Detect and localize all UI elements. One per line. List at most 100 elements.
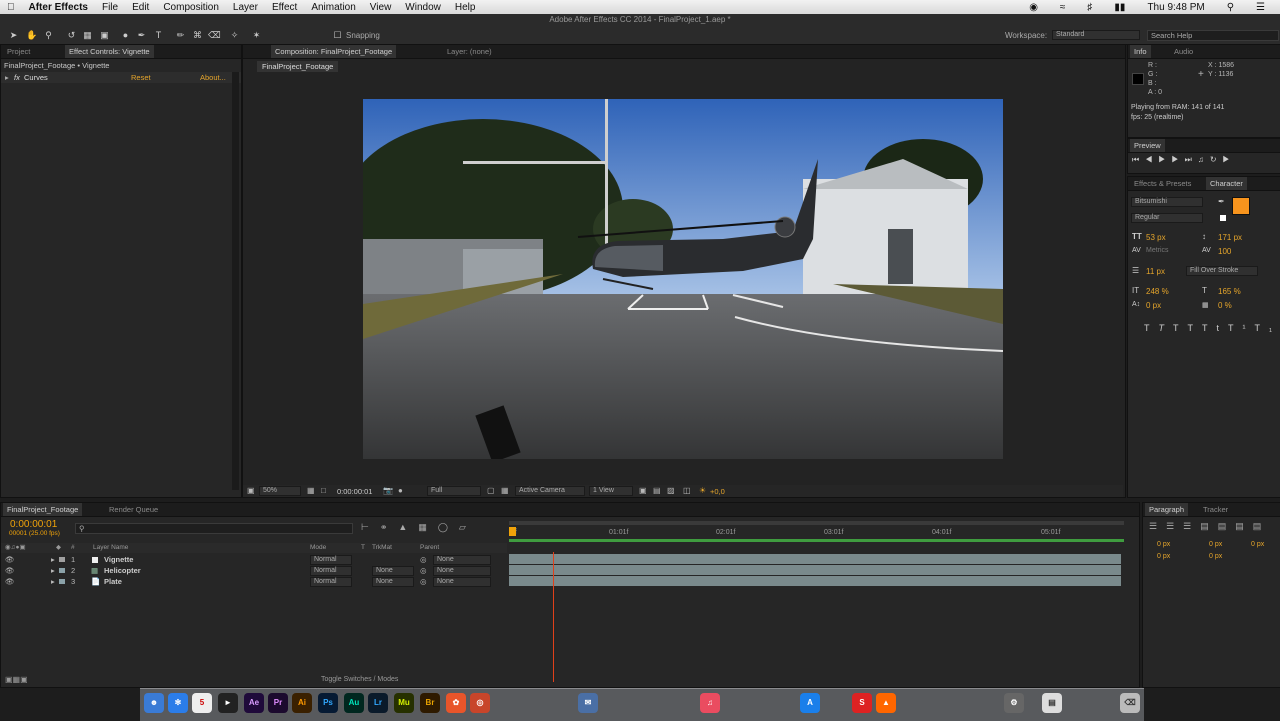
tab-composition[interactable]: Composition: FinalProject_Footage xyxy=(271,45,396,58)
layer-bar-helicopter[interactable] xyxy=(509,565,1121,575)
dock-app-ai[interactable]: Ai xyxy=(292,693,312,713)
tab-layer[interactable]: Layer: (none) xyxy=(443,45,496,58)
graph-editor-icon[interactable]: ▱ xyxy=(459,522,477,532)
tab-audio[interactable]: Audio xyxy=(1170,45,1197,58)
kerning-value[interactable]: Metrics xyxy=(1146,247,1169,254)
layer-parent-dropdown[interactable]: None xyxy=(433,577,491,587)
justify-right-icon[interactable]: ▤ xyxy=(1235,521,1253,531)
dock-app-br[interactable]: Br xyxy=(420,693,440,713)
tab-project[interactable]: Project xyxy=(3,45,34,58)
menu-animation[interactable]: Animation xyxy=(304,2,362,13)
faux-bold-icon[interactable]: T xyxy=(1144,323,1159,333)
itunes-icon[interactable]: ♫ xyxy=(700,693,720,713)
layer-bar-vignette[interactable] xyxy=(509,554,1121,564)
wifi-icon[interactable]: ≈ xyxy=(1053,2,1073,13)
font-size-value[interactable]: 53 px xyxy=(1146,233,1166,242)
prev-frame-icon[interactable]: ◀ xyxy=(1145,155,1158,164)
indent-right-value[interactable]: 0 px xyxy=(1209,541,1222,548)
space-after-value[interactable]: 0 px xyxy=(1209,553,1222,560)
small-caps-icon[interactable]: Tt xyxy=(1202,323,1228,333)
col-layer-name[interactable]: Layer Name xyxy=(93,543,128,553)
draft-3d-icon[interactable]: ⚭ xyxy=(380,522,399,532)
tab-effect-controls[interactable]: Effect Controls: Vignette xyxy=(65,45,154,58)
tab-render-queue[interactable]: Render Queue xyxy=(105,503,162,516)
align-center-icon[interactable]: ☰ xyxy=(1166,521,1183,531)
eraser-tool-icon[interactable]: ⌫ xyxy=(208,30,219,41)
expand-triangle-icon[interactable]: ▸ xyxy=(5,72,9,83)
layer-mode-dropdown[interactable]: Normal xyxy=(310,566,352,576)
vertical-scale-value[interactable]: 248 % xyxy=(1146,287,1169,296)
menu-window[interactable]: Window xyxy=(398,2,448,13)
dock-app-s-icon[interactable]: S xyxy=(852,693,872,713)
apple-icon[interactable]:  xyxy=(0,2,22,13)
fx-icon[interactable]: fx xyxy=(14,72,20,83)
layer-trkmat-dropdown[interactable]: None xyxy=(372,577,414,587)
subscript-icon[interactable]: T₁ xyxy=(1255,323,1280,333)
record-icon[interactable]: ◉ xyxy=(1022,2,1045,13)
about-button[interactable]: About... xyxy=(200,72,226,83)
menu-composition[interactable]: Composition xyxy=(156,2,226,13)
type-tool-icon[interactable]: T xyxy=(153,30,164,41)
font-style-dropdown[interactable]: Regular xyxy=(1131,213,1203,223)
menu-effect[interactable]: Effect xyxy=(265,2,304,13)
menu-file[interactable]: File xyxy=(95,2,125,13)
fast-preview-icon[interactable]: ▤ xyxy=(653,486,661,495)
selection-tool-icon[interactable]: ➤ xyxy=(8,30,19,41)
snapping-checkbox[interactable]: ☐ xyxy=(333,30,342,41)
faux-italic-icon[interactable]: T xyxy=(1159,323,1174,333)
parent-pickwhip-icon[interactable]: ◎ xyxy=(420,554,427,565)
first-frame-icon[interactable]: ⏮ xyxy=(1132,155,1145,164)
justify-center-icon[interactable]: ▤ xyxy=(1218,521,1236,531)
clone-tool-icon[interactable]: ⌘ xyxy=(192,30,203,41)
puppet-tool-icon[interactable]: ✶ xyxy=(251,30,262,41)
mask-visibility-icon[interactable]: □ xyxy=(321,486,326,495)
expand-triangle-icon[interactable]: ▸ xyxy=(51,554,55,565)
work-area-bar[interactable] xyxy=(509,521,1124,525)
parent-pickwhip-icon[interactable]: ◎ xyxy=(420,565,427,576)
finder-icon[interactable]: ☻ xyxy=(144,693,164,713)
snapshot-icon[interactable]: 📷 xyxy=(383,486,393,495)
layer-search-input[interactable]: ⚲ xyxy=(75,523,353,534)
toggle-switches-modes-button[interactable]: Toggle Switches / Modes xyxy=(321,676,398,683)
playhead-handle[interactable] xyxy=(509,527,516,536)
notification-icon[interactable]: ☰ xyxy=(1249,2,1272,13)
align-right-icon[interactable]: ☰ xyxy=(1183,521,1200,531)
shy-layers-icon[interactable]: ▲ xyxy=(398,522,418,532)
resolution-dropdown[interactable]: Full xyxy=(427,486,481,496)
dock-app-au[interactable]: Au xyxy=(344,693,364,713)
roto-brush-tool-icon[interactable]: ✧ xyxy=(229,30,240,41)
last-frame-icon[interactable]: ⏭ xyxy=(1185,155,1198,164)
layer-row[interactable]: 👁 ▸ 3 📄 Plate Normal None ◎ None xyxy=(1,576,507,587)
eye-icon[interactable]: 👁 xyxy=(5,565,15,576)
pen-tool-icon[interactable]: ✒ xyxy=(136,30,147,41)
comp-mini-flowchart-icon[interactable]: ⊢ xyxy=(361,522,380,532)
leading-value[interactable]: 171 px xyxy=(1218,233,1242,242)
menu-view[interactable]: View xyxy=(363,2,399,13)
label-color-swatch[interactable] xyxy=(59,568,65,573)
current-time-indicator[interactable] xyxy=(553,552,554,682)
battery-icon[interactable]: ▮▮ xyxy=(1107,2,1132,13)
volume-icon[interactable]: ♯ xyxy=(1080,2,1099,13)
final-cut-icon[interactable]: ► xyxy=(218,693,238,713)
views-dropdown[interactable]: 1 View xyxy=(589,486,633,496)
menu-edit[interactable]: Edit xyxy=(125,2,156,13)
play-icon[interactable]: ▶ xyxy=(1158,155,1171,164)
brush-tool-icon[interactable]: ✏ xyxy=(175,30,186,41)
search-help-input[interactable]: Search Help xyxy=(1147,30,1279,41)
tab-effects-presets[interactable]: Effects & Presets xyxy=(1130,177,1195,190)
composition-viewer[interactable] xyxy=(363,99,1003,459)
dock-app-lr[interactable]: Lr xyxy=(368,693,388,713)
dock-app-ps[interactable]: Ps xyxy=(318,693,338,713)
camera-tool-icon[interactable]: ▦ xyxy=(82,30,93,41)
layer-name[interactable]: Helicopter xyxy=(104,565,141,576)
layer-row[interactable]: 👁 ▸ 1 Vignette Normal ◎ None xyxy=(1,554,507,565)
layer-name[interactable]: Vignette xyxy=(104,554,133,565)
rotate-tool-icon[interactable]: ↺ xyxy=(66,30,77,41)
fill-color-swatch[interactable] xyxy=(1232,197,1250,215)
time-graph[interactable]: 0f 01:01f 02:01f 03:01f 04:01f 05:01f xyxy=(509,517,1124,685)
tab-timeline-comp[interactable]: FinalProject_Footage xyxy=(3,503,82,516)
menubar-clock[interactable]: Thu 9:48 PM xyxy=(1140,2,1211,13)
motion-blur-icon[interactable]: ◯ xyxy=(438,522,459,532)
white-swatch[interactable] xyxy=(1220,215,1226,221)
flowchart-icon[interactable]: ◫ xyxy=(683,486,691,495)
